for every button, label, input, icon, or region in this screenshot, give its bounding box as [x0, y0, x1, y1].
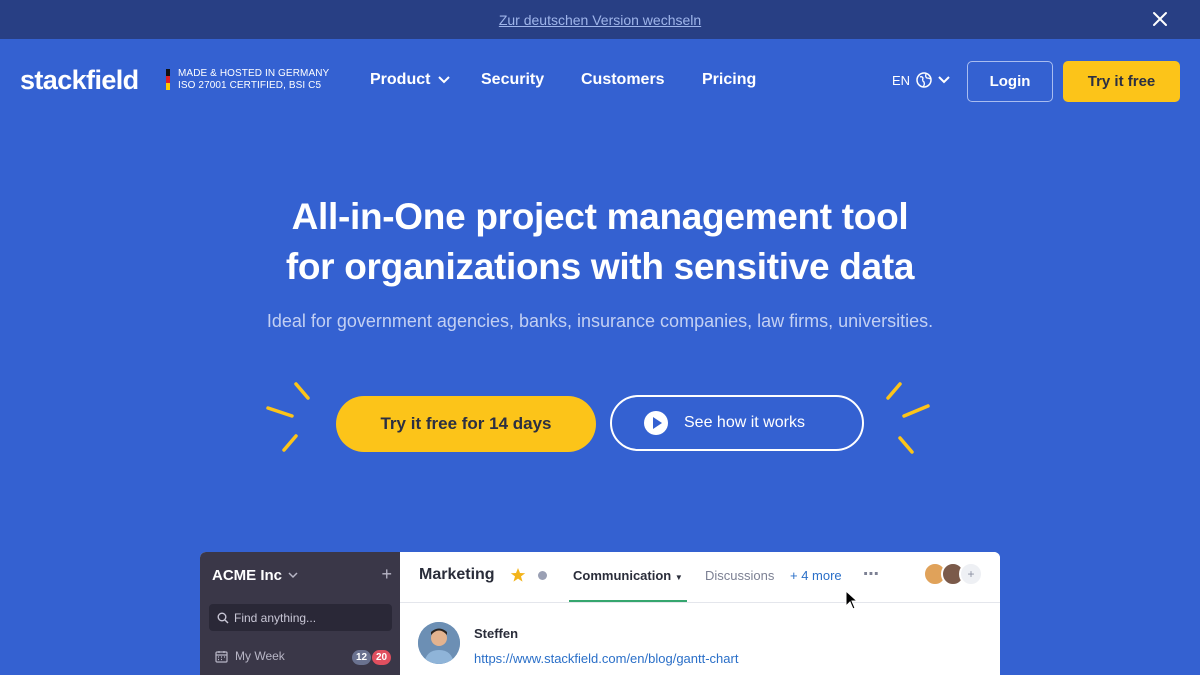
sidebar-item-my-week[interactable]: My Week: [215, 649, 285, 663]
close-icon[interactable]: [1151, 10, 1169, 28]
search-icon: [217, 612, 229, 623]
play-icon: [644, 411, 668, 435]
german-flag-icon: [166, 69, 170, 90]
spark-decoration-left: [266, 382, 310, 452]
hero-title-line-1: All-in-One project management tool: [291, 196, 909, 237]
my-week-urgent-badge: 20: [372, 650, 392, 665]
chevron-down-icon: [288, 572, 298, 579]
badge-line-2: ISO 27001 CERTIFIED, BSI C5: [178, 80, 322, 91]
room-header: Marketing Communication ▼ Discussions + …: [400, 552, 1000, 603]
nav-product[interactable]: Product: [370, 71, 451, 89]
language-code: EN: [892, 72, 911, 88]
tab-communication-label: Communication: [573, 568, 672, 583]
nav-security[interactable]: Security: [481, 71, 544, 89]
add-member-icon[interactable]: +: [959, 562, 983, 586]
language-selector[interactable]: EN: [892, 72, 950, 88]
my-week-count-badge: 12: [352, 650, 372, 665]
more-options-icon[interactable]: ⋯: [863, 564, 879, 584]
nav-product-label: Product: [370, 71, 431, 88]
site-header: stackfield MADE & HOSTED IN GERMANY ISO …: [0, 39, 1200, 123]
tab-more[interactable]: + 4 more: [790, 568, 842, 583]
tab-communication[interactable]: Communication ▼: [573, 568, 683, 583]
nav-customers[interactable]: Customers: [581, 71, 665, 89]
stackfield-logo[interactable]: stackfield: [20, 65, 139, 96]
try-free-button[interactable]: Try it free: [1063, 61, 1180, 102]
nav-pricing[interactable]: Pricing: [702, 71, 756, 89]
app-sidebar: ACME Inc + Find anything... My Week 12 2…: [200, 552, 400, 675]
language-banner: Zur deutschen Version wechseln: [0, 0, 1200, 39]
status-dot: [538, 571, 547, 580]
person-avatar-icon: [418, 622, 460, 664]
hero-subtitle: Ideal for government agencies, banks, in…: [266, 311, 934, 331]
see-how-it-works-label: See how it works: [684, 414, 805, 431]
globe-icon: [916, 72, 932, 88]
active-tab-indicator: [569, 600, 687, 602]
star-icon[interactable]: [510, 567, 526, 583]
mouse-cursor-icon: [845, 590, 859, 610]
post-author-avatar: [418, 622, 460, 664]
hero-title: All-in-One project management tool for o…: [0, 192, 1200, 292]
add-icon[interactable]: +: [381, 564, 392, 585]
workspace-name: ACME Inc: [212, 567, 283, 584]
hosting-badge: MADE & HOSTED IN GERMANY ISO 27001 CERTI…: [178, 68, 329, 92]
room-title: Marketing: [419, 566, 495, 583]
login-button[interactable]: Login: [967, 61, 1053, 102]
spark-decoration-right: [886, 382, 930, 454]
search-placeholder: Find anything...: [234, 610, 317, 625]
post-link[interactable]: https://www.stackfield.com/en/blog/gantt…: [474, 651, 738, 666]
hero-title-line-2: for organizations with sensitive data: [285, 246, 915, 287]
caret-down-icon: ▼: [674, 573, 683, 582]
try-free-14-days-button[interactable]: Try it free for 14 days: [336, 396, 596, 452]
post-author-name: Steffen: [474, 626, 519, 641]
find-anything-search[interactable]: Find anything...: [209, 604, 392, 631]
chevron-down-icon: [938, 76, 950, 84]
badge-line-1: MADE & HOSTED IN GERMANY: [178, 68, 330, 79]
member-avatars[interactable]: +: [923, 562, 983, 586]
see-how-it-works-button[interactable]: See how it works: [610, 395, 864, 451]
workspace-switcher[interactable]: ACME Inc: [212, 567, 298, 584]
german-version-link[interactable]: Zur deutschen Version wechseln: [499, 12, 701, 28]
chevron-down-icon: [438, 76, 451, 84]
calendar-icon: [215, 650, 228, 663]
app-preview: ACME Inc + Find anything... My Week 12 2…: [200, 552, 1000, 675]
tab-discussions[interactable]: Discussions: [705, 568, 774, 583]
app-main-panel: Marketing Communication ▼ Discussions + …: [400, 552, 1000, 675]
my-week-label: My Week: [235, 649, 285, 663]
